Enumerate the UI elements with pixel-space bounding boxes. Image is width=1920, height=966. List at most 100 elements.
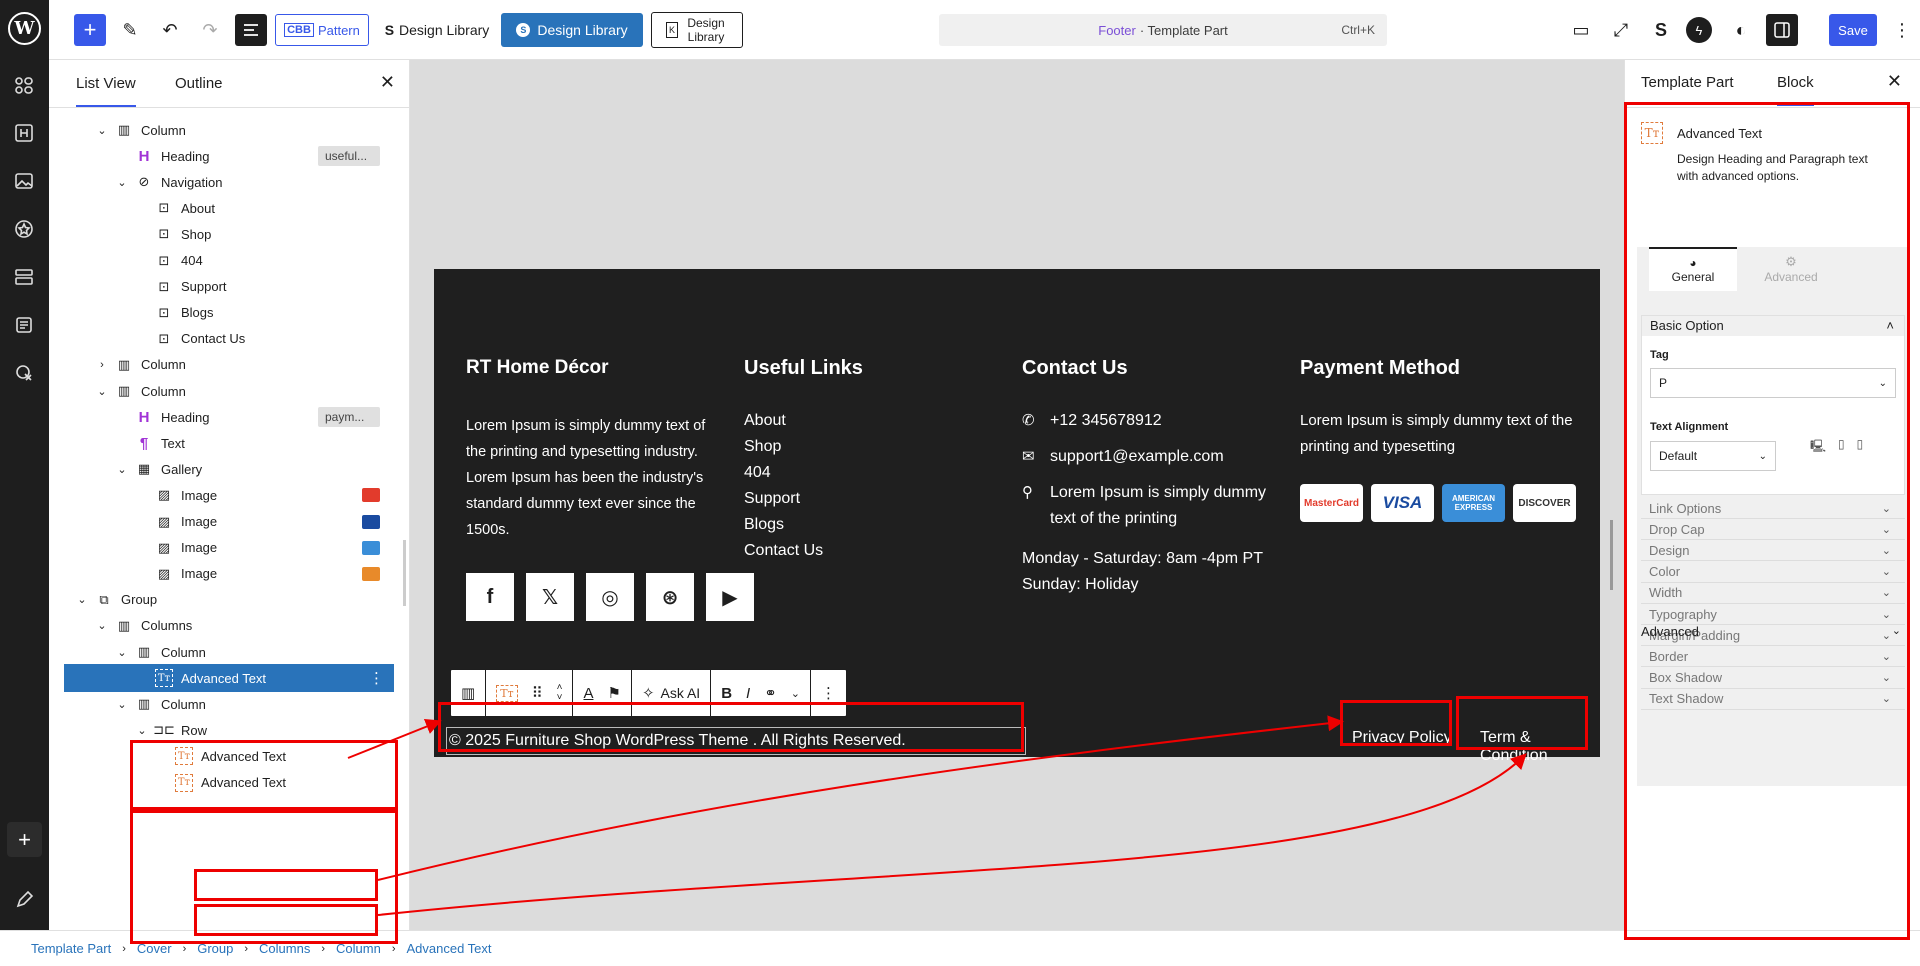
expand-chevron-icon[interactable]: ⌄ — [115, 698, 129, 711]
facebook-icon[interactable]: f — [466, 573, 514, 621]
instagram-icon[interactable]: ◎ — [586, 573, 634, 621]
nav-link-support[interactable]: Support — [744, 486, 984, 512]
row-options-kebab-icon[interactable]: ⋮ — [369, 669, 384, 687]
list-view-row[interactable]: H Heading paym... — [49, 403, 394, 431]
list-view-row[interactable]: Tт Advanced Text ⋮ — [64, 664, 394, 693]
close-icon[interactable]: ✕ — [380, 72, 395, 93]
flag-icon[interactable]: ⚑ — [607, 684, 620, 702]
drag-handle-icon[interactable]: ⠿ — [532, 684, 543, 702]
list-view-row[interactable]: ▨ Image — [49, 508, 394, 536]
cursor-settings-icon[interactable] — [14, 363, 34, 383]
opening-hours[interactable]: Monday - Saturday: 8am -4pm PT Sunday: H… — [1022, 546, 1272, 598]
expand-chevron-icon[interactable]: ⌄ — [135, 724, 149, 737]
links-heading[interactable]: Useful Links — [744, 357, 984, 380]
list-view-row[interactable]: ▨ Image — [49, 534, 394, 562]
list-view-row[interactable]: ⌄ ▥ Columns — [49, 612, 394, 640]
list-view-row[interactable]: ⌄ ▥ Column — [49, 116, 394, 144]
bold-icon[interactable]: B — [721, 685, 732, 702]
list-view-row[interactable]: ⌄ ▥ Column — [49, 377, 394, 405]
heading-block-icon[interactable] — [14, 123, 34, 143]
footer-column-payment[interactable]: Payment Method Lorem Ipsum is simply dum… — [1300, 357, 1590, 522]
footer-column-brand[interactable]: RT Home Décor Lorem Ipsum is simply dumm… — [466, 357, 728, 543]
nav-link-about[interactable]: About — [744, 408, 984, 434]
link-icon[interactable]: ⚭ — [764, 684, 777, 702]
payment-heading[interactable]: Payment Method — [1300, 357, 1590, 380]
templates-icon[interactable] — [14, 267, 34, 287]
breadcrumb-item[interactable]: Advanced Text — [406, 941, 491, 956]
pattern-button[interactable]: CBB Pattern — [275, 14, 369, 46]
settings-sidebar-toggle-icon[interactable] — [1766, 14, 1798, 46]
save-button[interactable]: Save — [1829, 14, 1877, 46]
brand-heading[interactable]: RT Home Décor — [466, 357, 728, 379]
styles-icon[interactable] — [14, 219, 34, 239]
tools-pencil-icon[interactable]: ✎ — [115, 13, 145, 47]
expand-chevron-icon[interactable]: ⌄ — [75, 593, 89, 606]
list-view-row[interactable]: ⊡ Shop — [49, 220, 394, 248]
expand-chevron-icon[interactable]: ⌄ — [95, 124, 109, 137]
canvas-scrollbar[interactable] — [1610, 520, 1613, 590]
expand-chevron-icon[interactable]: › — [95, 359, 109, 371]
close-icon[interactable]: ✕ — [1887, 71, 1902, 92]
list-view-row[interactable]: ⊡ 404 — [49, 247, 394, 275]
visa-image[interactable]: VISA — [1371, 484, 1434, 522]
list-view-row[interactable]: ⌄ ⊘ Navigation — [49, 168, 394, 196]
tab-template-part[interactable]: Template Part — [1641, 74, 1734, 91]
breadcrumb-item[interactable]: Template Part — [31, 941, 111, 956]
nav-link-contact[interactable]: Contact Us — [744, 538, 984, 564]
patterns-icon[interactable] — [14, 75, 34, 95]
more-formats-chevron-icon[interactable]: ⌄ — [791, 687, 800, 700]
footer-column-contact[interactable]: Contact Us ✆ +12 345678912 ✉ support1@exam… — [1022, 357, 1272, 598]
design-library-kadence-button[interactable]: K Design Library — [651, 12, 743, 48]
brand-text[interactable]: Lorem Ipsum is simply dummy text of the … — [466, 413, 728, 543]
amex-image[interactable]: AMERICAN EXPRESS — [1442, 484, 1505, 522]
contact-heading[interactable]: Contact Us — [1022, 357, 1272, 380]
footer-template-part[interactable]: RT Home Décor Lorem Ipsum is simply dumm… — [434, 269, 1600, 764]
text-color-icon[interactable]: A — [583, 685, 593, 702]
expand-chevron-icon[interactable]: ⌄ — [95, 619, 109, 632]
list-scrollbar[interactable] — [403, 540, 406, 606]
list-view-row[interactable]: ⊡ Support — [49, 273, 394, 301]
bolt-icon[interactable]: ϟ — [1686, 17, 1712, 43]
media-icon[interactable] — [14, 171, 34, 191]
list-view-row[interactable]: H Heading useful... — [49, 142, 394, 170]
contact-phone[interactable]: ✆ +12 345678912 — [1022, 408, 1272, 434]
block-inserter-button[interactable]: + — [74, 14, 106, 46]
view-external-icon[interactable]: ⤢ — [1606, 13, 1636, 47]
contact-email[interactable]: ✉ support1@example.com — [1022, 444, 1272, 470]
options-kebab-icon[interactable]: ⋮ — [1887, 13, 1917, 47]
wordpress-logo-icon[interactable]: W — [8, 12, 41, 45]
italic-icon[interactable]: I — [746, 685, 750, 702]
payment-text[interactable]: Lorem Ipsum is simply dummy text of the … — [1300, 408, 1590, 460]
nav-link-shop[interactable]: Shop — [744, 434, 984, 460]
undo-icon[interactable]: ↶ — [155, 13, 185, 47]
discover-image[interactable]: DISCOVER — [1513, 484, 1576, 522]
expand-chevron-icon[interactable]: ⌄ — [115, 176, 129, 189]
design-library-button[interactable]: S Design Library — [501, 13, 643, 47]
device-preview-icon[interactable]: ▭ — [1566, 13, 1596, 47]
x-twitter-icon[interactable]: 𝕏 — [526, 573, 574, 621]
contrast-icon[interactable]: ◐ — [1726, 13, 1756, 47]
mastercard-image[interactable]: MasterCard — [1300, 484, 1363, 522]
add-new-icon[interactable]: + — [7, 822, 42, 857]
expand-chevron-icon[interactable]: ⌄ — [115, 646, 129, 659]
list-view-row[interactable]: ⊡ About — [49, 194, 394, 222]
move-up-down-icon[interactable]: ˄ ˅ — [557, 683, 563, 703]
design-library-link[interactable]: S Design Library — [377, 13, 497, 47]
list-view-row[interactable]: ▨ Image — [49, 560, 394, 588]
nav-link-404[interactable]: 404 — [744, 460, 984, 486]
edit-pencil-icon[interactable] — [14, 890, 34, 910]
advanced-text-block-icon[interactable]: Tт — [496, 684, 518, 702]
stackable-icon[interactable]: S — [1646, 13, 1676, 47]
list-view-row[interactable]: ¶ Text — [49, 429, 394, 457]
footer-column-links[interactable]: Useful Links About Shop 404 Support Blog… — [744, 357, 984, 564]
list-view-row[interactable]: ⌄ ▦ Gallery — [49, 455, 394, 483]
list-view-row[interactable]: ▨ Image — [49, 481, 394, 509]
expand-chevron-icon[interactable]: ⌄ — [115, 463, 129, 476]
list-view-toggle-button[interactable] — [235, 14, 267, 46]
contact-address[interactable]: ⚲ Lorem Ipsum is simply dummy text of the… — [1022, 480, 1272, 532]
list-view-row[interactable]: ⌄ ⧉ Group — [49, 586, 394, 614]
redo-icon[interactable]: ↷ — [195, 13, 225, 47]
tab-block[interactable]: Block — [1777, 74, 1814, 106]
document-bar[interactable]: Footer · Template Part Ctrl+K — [939, 14, 1387, 46]
list-view-row[interactable]: › ▥ Column — [49, 351, 394, 379]
